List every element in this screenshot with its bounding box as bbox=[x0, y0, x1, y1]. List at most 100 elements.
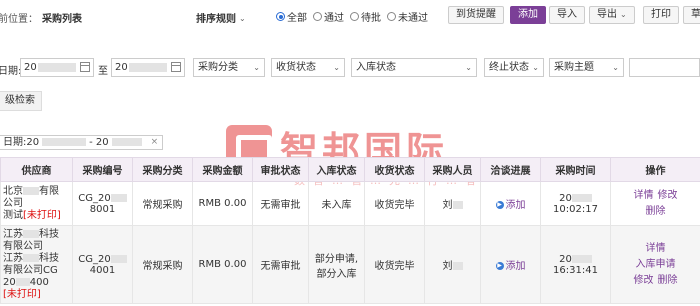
column-header[interactable]: 审批状态 bbox=[252, 157, 309, 182]
chevron-down-icon: ⌄ bbox=[620, 10, 627, 19]
print-button[interactable]: 打印 bbox=[643, 6, 679, 24]
column-header[interactable]: 采购人员 bbox=[424, 157, 481, 182]
active-filter-start: 日期:20 bbox=[3, 136, 40, 148]
time-text: 20 bbox=[559, 253, 572, 265]
purchase-table: 供应商 采购编号 采购分类 采购金额 审批状态 入库状态 收货状态 采购人员 洽… bbox=[0, 157, 700, 304]
sort-rule-dropdown[interactable]: 排序规则 ⌄ bbox=[196, 10, 246, 25]
supplier-text: 科技 bbox=[39, 252, 59, 264]
subject-select[interactable]: 采购主题 ⌄ bbox=[549, 58, 624, 77]
table-header-row: 供应商 采购编号 采购分类 采购金额 审批状态 入库状态 收货状态 采购人员 洽… bbox=[0, 157, 700, 182]
filter-label: 未通过 bbox=[398, 13, 428, 24]
redacted-block bbox=[128, 62, 167, 72]
stock-status-value: 入库状态 bbox=[356, 62, 396, 73]
supplier-text: 公司 bbox=[3, 197, 23, 209]
radio-dot-icon bbox=[387, 12, 396, 21]
radio-dot-icon bbox=[350, 12, 359, 21]
column-header[interactable]: 供应商 bbox=[0, 157, 73, 182]
breadcrumb-label: 前位置： bbox=[0, 14, 38, 25]
redacted-block bbox=[23, 229, 39, 238]
progress-cell: ▶ 添加 bbox=[480, 225, 541, 304]
more-button[interactable]: 草 bbox=[683, 6, 700, 24]
date-from-value: 20 bbox=[24, 62, 37, 73]
date-to-input[interactable]: 20 bbox=[111, 58, 185, 77]
add-button[interactable]: 添加 bbox=[510, 6, 546, 24]
code-text: CG_20 bbox=[78, 253, 111, 265]
edit-link[interactable]: 修改 bbox=[658, 190, 678, 201]
calendar-icon bbox=[80, 62, 90, 72]
progress-cell: ▶ 添加 bbox=[480, 181, 541, 226]
export-button[interactable]: 导出 ⌄ bbox=[589, 6, 635, 24]
filter-all-radio[interactable]: 全部 bbox=[276, 9, 307, 24]
supplier-text: 有限 bbox=[39, 185, 59, 197]
not-printed-flag: [未打印] bbox=[3, 288, 41, 300]
delete-link[interactable]: 删除 bbox=[646, 206, 666, 217]
filter-label: 全部 bbox=[287, 13, 307, 24]
amount-cell: RMB 0.00 bbox=[192, 181, 253, 226]
column-header[interactable]: 入库状态 bbox=[308, 157, 365, 182]
edit-link[interactable]: 修改 bbox=[634, 275, 654, 286]
receive-status-value: 收货状态 bbox=[276, 62, 316, 73]
redacted-block bbox=[23, 253, 39, 262]
redacted-block bbox=[42, 138, 87, 146]
radio-dot-icon bbox=[313, 12, 322, 21]
category-select[interactable]: 采购分类 ⌄ bbox=[193, 58, 265, 77]
approval-cell: 无需审批 bbox=[252, 181, 309, 226]
column-header[interactable]: 采购分类 bbox=[132, 157, 193, 182]
filter-approved-radio[interactable]: 通过 bbox=[313, 9, 344, 24]
column-header[interactable]: 采购金额 bbox=[192, 157, 253, 182]
column-header[interactable]: 收货状态 bbox=[364, 157, 425, 182]
to-label: 至 bbox=[98, 66, 108, 77]
close-icon[interactable]: × bbox=[151, 136, 159, 149]
active-filter-chip[interactable]: 日期:20 - 20 × bbox=[0, 134, 164, 150]
delete-link[interactable]: 删除 bbox=[658, 275, 678, 286]
supplier-text: 江苏 bbox=[3, 252, 23, 264]
date-to-value: 20 bbox=[115, 62, 128, 73]
chevron-down-icon: ⌄ bbox=[253, 63, 260, 72]
supplier-text: 有限公司CG bbox=[3, 264, 58, 276]
filter-rejected-radio[interactable]: 未通过 bbox=[387, 9, 428, 24]
category-select-value: 采购分类 bbox=[198, 62, 238, 73]
redacted-block bbox=[15, 277, 30, 286]
radio-dot-icon bbox=[276, 12, 285, 21]
supplier-cell[interactable]: 北京 有限 公司 测试[未打印] bbox=[0, 181, 73, 226]
code-text: CG_20 bbox=[78, 192, 111, 204]
supplier-text: 测试 bbox=[3, 209, 23, 221]
column-header[interactable]: 洽谈进展 bbox=[480, 157, 541, 182]
filter-pending-radio[interactable]: 待批 bbox=[350, 9, 381, 24]
date-from-input[interactable]: 20 bbox=[20, 58, 94, 77]
stock-text: 部分入库 bbox=[316, 268, 357, 280]
advanced-search-button[interactable]: 级检索 bbox=[0, 91, 42, 111]
column-header[interactable]: 采购时间 bbox=[540, 157, 611, 182]
person-text: 刘 bbox=[442, 200, 453, 211]
stock-request-link[interactable]: 入库申请 bbox=[636, 259, 676, 270]
import-button[interactable]: 导入 bbox=[549, 6, 585, 24]
person-text: 刘 bbox=[442, 261, 453, 272]
supplier-cell[interactable]: 江苏 科技 有限公司 江苏 科技 有限公司CG 20 400 [未打印] bbox=[0, 225, 73, 304]
column-header[interactable]: 采购编号 bbox=[72, 157, 133, 182]
code-cell: CG_20 4001 bbox=[72, 225, 133, 304]
time-text: 10:02:17 bbox=[553, 203, 598, 215]
code-text: 4001 bbox=[89, 264, 116, 276]
column-header[interactable]: 操作 bbox=[610, 157, 700, 182]
active-filter-bar: 日期:20 - 20 × bbox=[0, 134, 164, 150]
operations-cell: 详情 入库申请 修改 删除 bbox=[610, 225, 700, 304]
detail-link[interactable]: 详情 bbox=[646, 243, 666, 254]
approval-cell: 无需审批 bbox=[252, 225, 309, 304]
stop-status-select[interactable]: 终止状态 ⌄ bbox=[484, 58, 544, 77]
add-progress-link[interactable]: ▶ 添加 bbox=[495, 261, 526, 272]
redacted-block bbox=[452, 262, 463, 270]
time-text: 20 bbox=[559, 192, 572, 204]
chevron-down-icon: ⌄ bbox=[612, 63, 619, 72]
arrival-reminder-button[interactable]: 到货提醒 bbox=[448, 6, 504, 24]
detail-link[interactable]: 详情 bbox=[634, 190, 654, 201]
search-filters: 日期: 20 至 20 采购分类 ⌄ 收货状态 ⌄ 入库状态 ⌄ 终止状态 ⌄ 采购主题… bbox=[0, 58, 700, 78]
supplier-text: 江苏 bbox=[3, 228, 23, 240]
redacted-block bbox=[571, 193, 592, 202]
date-label: 日期: bbox=[0, 66, 22, 77]
chevron-down-icon: ⌄ bbox=[333, 63, 340, 72]
receive-status-select[interactable]: 收货状态 ⌄ bbox=[271, 58, 345, 77]
stock-status-select[interactable]: 入库状态 ⌄ bbox=[351, 58, 477, 77]
calendar-icon bbox=[171, 62, 181, 72]
keyword-input[interactable] bbox=[629, 58, 700, 77]
add-progress-link[interactable]: ▶ 添加 bbox=[495, 200, 526, 211]
